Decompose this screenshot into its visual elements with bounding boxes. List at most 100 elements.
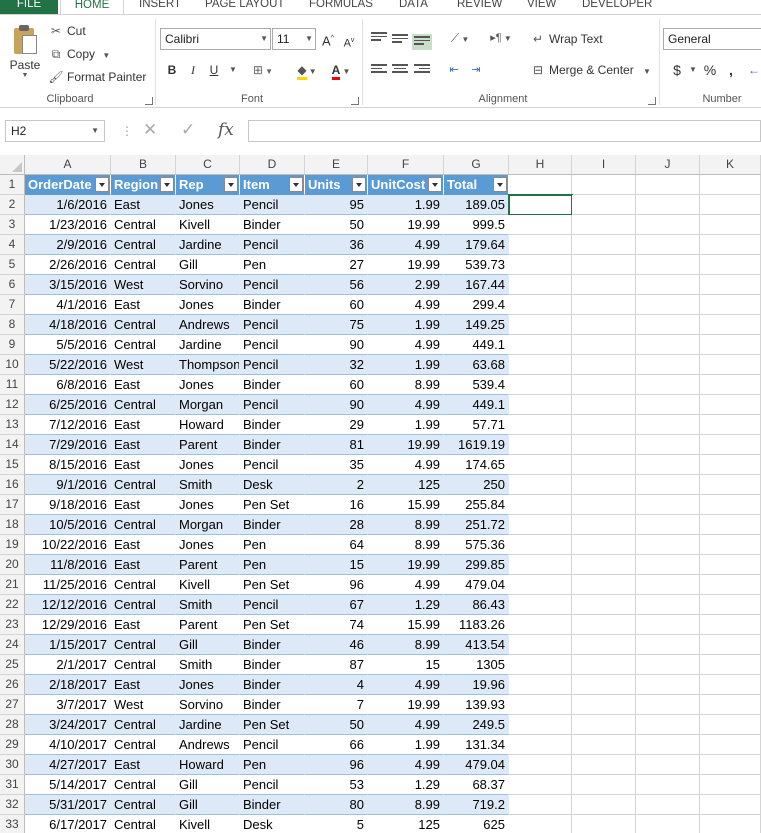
row-header[interactable]: 14: [0, 435, 25, 455]
column-header[interactable]: B: [111, 155, 176, 175]
row-header[interactable]: 2: [0, 195, 25, 215]
tab-view[interactable]: VIEW: [527, 0, 556, 14]
tab-developer[interactable]: DEVELOPER: [582, 0, 652, 14]
table-cell[interactable]: Pencil: [240, 195, 305, 215]
table-cell[interactable]: 1.29: [368, 595, 444, 615]
table-cell[interactable]: 1.99: [368, 355, 444, 375]
empty-cell[interactable]: [700, 275, 761, 295]
empty-cell[interactable]: [636, 515, 700, 535]
table-cell[interactable]: West: [111, 275, 176, 295]
empty-cell[interactable]: [572, 195, 636, 215]
row-header[interactable]: 24: [0, 635, 25, 655]
align-left-icon[interactable]: [371, 64, 387, 76]
font-size-select[interactable]: 11 ▼: [272, 28, 316, 50]
empty-cell[interactable]: [572, 295, 636, 315]
empty-cell[interactable]: [509, 735, 572, 755]
table-cell[interactable]: Binder: [240, 295, 305, 315]
table-header-cell[interactable]: Rep: [176, 175, 240, 195]
table-cell[interactable]: Pencil: [240, 335, 305, 355]
table-cell[interactable]: Central: [111, 235, 176, 255]
empty-cell[interactable]: [509, 295, 572, 315]
empty-cell[interactable]: [700, 455, 761, 475]
empty-cell[interactable]: [572, 335, 636, 355]
table-cell[interactable]: 539.4: [444, 375, 509, 395]
table-cell[interactable]: East: [111, 375, 176, 395]
table-cell[interactable]: 12/12/2016: [25, 595, 111, 615]
empty-cell[interactable]: [700, 595, 761, 615]
table-cell[interactable]: 8.99: [368, 375, 444, 395]
table-cell[interactable]: 4.99: [368, 675, 444, 695]
decrease-indent-icon[interactable]: ⇤: [445, 60, 463, 80]
empty-cell[interactable]: [572, 395, 636, 415]
empty-cell[interactable]: [509, 535, 572, 555]
italic-button[interactable]: I: [184, 60, 202, 80]
row-header[interactable]: 13: [0, 415, 25, 435]
dialog-launcher-icon[interactable]: [145, 97, 153, 105]
table-cell[interactable]: 10/5/2016: [25, 515, 111, 535]
table-cell[interactable]: Gill: [176, 775, 240, 795]
table-cell[interactable]: Pencil: [240, 315, 305, 335]
table-cell[interactable]: 8.99: [368, 515, 444, 535]
table-cell[interactable]: 4.99: [368, 295, 444, 315]
empty-cell[interactable]: [700, 655, 761, 675]
table-cell[interactable]: Kivell: [176, 215, 240, 235]
table-cell[interactable]: Binder: [240, 435, 305, 455]
table-cell[interactable]: East: [111, 415, 176, 435]
cancel-icon[interactable]: ✕: [143, 120, 157, 140]
table-cell[interactable]: 250: [444, 475, 509, 495]
empty-cell[interactable]: [700, 615, 761, 635]
shrink-font-button[interactable]: Av: [340, 31, 358, 51]
empty-cell[interactable]: [509, 815, 572, 833]
table-cell[interactable]: 19.99: [368, 255, 444, 275]
table-cell[interactable]: 1.99: [368, 315, 444, 335]
table-cell[interactable]: 1305: [444, 655, 509, 675]
table-cell[interactable]: West: [111, 695, 176, 715]
table-cell[interactable]: 96: [305, 755, 368, 775]
empty-cell[interactable]: [509, 695, 572, 715]
table-cell[interactable]: Binder: [240, 375, 305, 395]
table-cell[interactable]: 1/6/2016: [25, 195, 111, 215]
filter-dropdown-icon[interactable]: [160, 177, 174, 192]
table-cell[interactable]: 5/31/2017: [25, 795, 111, 815]
row-header[interactable]: 25: [0, 655, 25, 675]
table-cell[interactable]: Kivell: [176, 575, 240, 595]
empty-cell[interactable]: [700, 675, 761, 695]
table-cell[interactable]: Pen Set: [240, 715, 305, 735]
table-cell[interactable]: East: [111, 535, 176, 555]
row-header[interactable]: 11: [0, 375, 25, 395]
empty-cell[interactable]: [509, 275, 572, 295]
table-cell[interactable]: 4/10/2017: [25, 735, 111, 755]
empty-cell[interactable]: [572, 575, 636, 595]
empty-cell[interactable]: [700, 695, 761, 715]
paste-button[interactable]: Paste ▼: [8, 23, 42, 85]
empty-cell[interactable]: [572, 655, 636, 675]
empty-cell[interactable]: [636, 435, 700, 455]
table-cell[interactable]: 28: [305, 515, 368, 535]
empty-cell[interactable]: [509, 575, 572, 595]
underline-button[interactable]: U: [205, 60, 223, 80]
dialog-launcher-icon[interactable]: [648, 97, 656, 105]
table-cell[interactable]: 5/5/2016: [25, 335, 111, 355]
table-cell[interactable]: 29: [305, 415, 368, 435]
table-cell[interactable]: 1183.26: [444, 615, 509, 635]
row-header[interactable]: 6: [0, 275, 25, 295]
table-cell[interactable]: 32: [305, 355, 368, 375]
table-cell[interactable]: Sorvino: [176, 695, 240, 715]
empty-cell[interactable]: [572, 255, 636, 275]
table-cell[interactable]: 81: [305, 435, 368, 455]
empty-cell[interactable]: [700, 295, 761, 315]
empty-cell[interactable]: [572, 475, 636, 495]
table-header-cell[interactable]: Total: [444, 175, 509, 195]
column-header[interactable]: C: [176, 155, 240, 175]
table-cell[interactable]: East: [111, 195, 176, 215]
row-header[interactable]: 8: [0, 315, 25, 335]
bold-button[interactable]: B: [163, 60, 181, 80]
enter-check-icon[interactable]: ✓: [181, 120, 195, 140]
comma-button[interactable]: ,: [722, 60, 740, 80]
empty-cell[interactable]: [636, 195, 700, 215]
table-header-cell[interactable]: OrderDate: [25, 175, 111, 195]
table-cell[interactable]: Pencil: [240, 235, 305, 255]
empty-cell[interactable]: [636, 375, 700, 395]
tab-page-layout[interactable]: PAGE LAYOUT: [205, 0, 284, 14]
table-cell[interactable]: 80: [305, 795, 368, 815]
